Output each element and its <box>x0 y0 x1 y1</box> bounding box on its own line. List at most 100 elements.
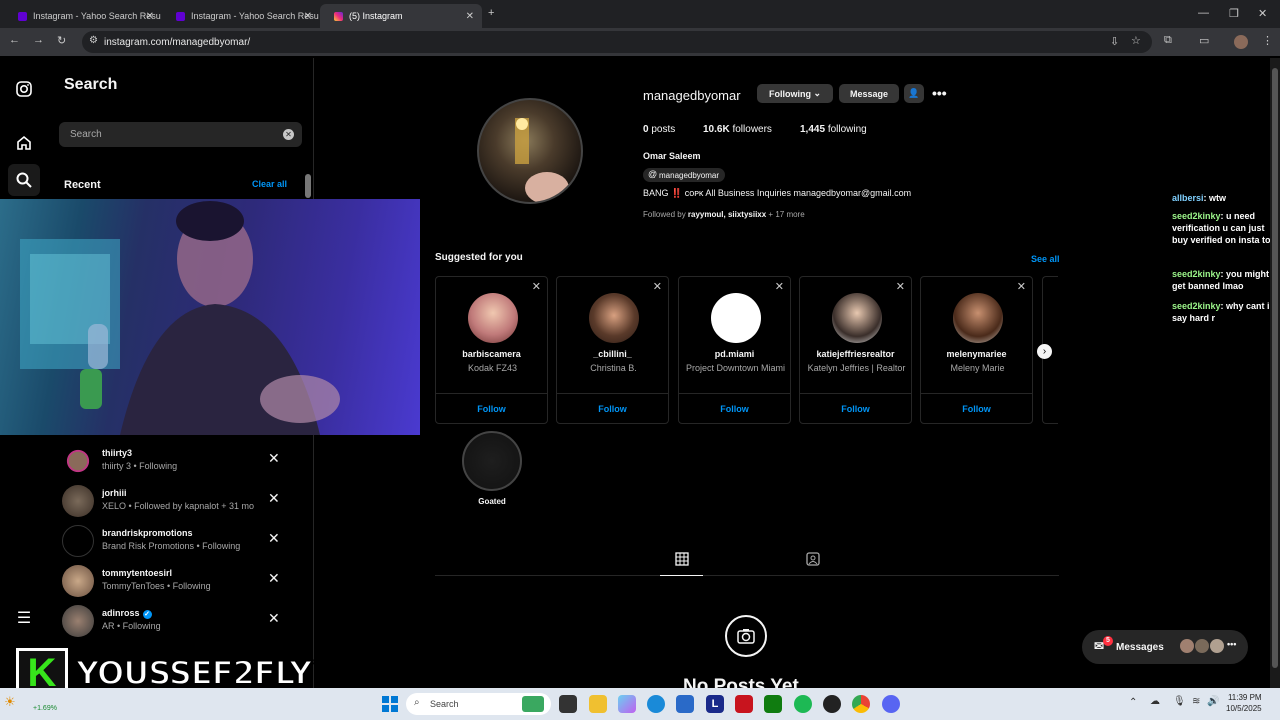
recent-item[interactable]: jorhiii XELO • Followed by kapnalot + 31… <box>62 485 292 521</box>
next-arrow-icon[interactable]: › <box>1037 344 1052 359</box>
weather-icon[interactable]: ☀ <box>4 694 16 710</box>
posts-grid-tab[interactable] <box>660 548 703 576</box>
see-all-link[interactable]: See all <box>1031 254 1060 264</box>
suggested-card[interactable]: ✕ pd.miami Project Downtown Miami Follow <box>678 276 791 424</box>
remove-icon[interactable]: ✕ <box>268 570 280 587</box>
discord-icon[interactable] <box>882 695 900 713</box>
dismiss-icon[interactable]: ✕ <box>775 280 784 293</box>
remove-icon[interactable]: ✕ <box>268 530 280 547</box>
suggested-card[interactable]: ✕ melenymariee Meleny Marie Follow <box>920 276 1033 424</box>
remove-icon[interactable]: ✕ <box>268 450 280 467</box>
remove-icon[interactable]: ✕ <box>268 490 280 507</box>
tray-chevron-icon[interactable]: ⌃ <box>1129 697 1137 708</box>
threads-badge[interactable]: @ managedbyomar <box>643 168 726 182</box>
page-scrollbar[interactable] <box>1270 58 1280 688</box>
suggested-card[interactable]: ✕ barbiscamera Kodak FZ43 Follow <box>435 276 548 424</box>
clear-search-icon[interactable]: ✕ <box>283 129 294 140</box>
avatar <box>62 525 94 557</box>
windows-start-icon[interactable] <box>382 696 398 712</box>
search-nav-item[interactable] <box>8 164 40 196</box>
file-explorer-icon[interactable] <box>589 695 607 713</box>
profile-full-name: Omar Saleem <box>643 151 701 161</box>
suggested-card[interactable]: ✕ _cbillini_ Christina B. Follow <box>556 276 669 424</box>
mcafee-icon[interactable] <box>735 695 753 713</box>
scroll-thumb[interactable] <box>1272 68 1278 668</box>
messages-button[interactable]: ✉ 5 Messages ••• <box>1082 630 1248 664</box>
panel-scrollbar[interactable] <box>305 174 311 198</box>
add-user-icon: 👤 <box>908 88 920 98</box>
tagged-tab[interactable] <box>800 548 825 576</box>
maximize-icon[interactable]: ❐ <box>1229 7 1239 20</box>
threads-icon: @ <box>648 169 658 179</box>
dismiss-icon[interactable]: ✕ <box>1017 280 1026 293</box>
browser-tab-3[interactable]: (5) Instagram ✕ <box>320 4 482 28</box>
new-tab-icon[interactable]: + <box>488 7 494 19</box>
forward-icon[interactable]: → <box>33 34 44 46</box>
following-button[interactable]: Following ⌄ <box>757 84 833 103</box>
suggested-card[interactable]: ✕ katiejeffriesrealtor Katelyn Jeffries … <box>799 276 912 424</box>
followed-by[interactable]: Followed by rayymoul, siixtysiixx + 17 m… <box>643 210 805 219</box>
taskbar-search[interactable]: ⌕ Search <box>406 693 551 715</box>
reload-icon[interactable]: ↻ <box>57 34 66 47</box>
follow-button[interactable]: Follow <box>679 393 790 423</box>
address-bar[interactable]: ⚙ instagram.com/managedbyomar/ ⇩ ☆ <box>82 31 1152 53</box>
xbox-icon[interactable] <box>764 695 782 713</box>
home-icon[interactable] <box>14 134 34 154</box>
followers-count[interactable]: 10.6K followers <box>703 124 772 135</box>
profile-avatar[interactable] <box>1234 35 1248 49</box>
volume-icon[interactable]: 🔊 <box>1207 696 1219 707</box>
clear-all-link[interactable]: Clear all <box>252 179 287 189</box>
profile-avatar[interactable] <box>477 98 583 204</box>
close-tab-icon[interactable]: ✕ <box>466 11 474 22</box>
install-icon[interactable]: ⇩ <box>1110 35 1119 48</box>
hamburger-menu-icon[interactable]: ☰ <box>14 608 34 628</box>
profile-username: managedbyomar <box>643 88 741 103</box>
follow-button[interactable]: Follow <box>436 393 547 423</box>
recent-item[interactable]: thiirty3 thiirty 3 • Following ✕ <box>62 445 292 481</box>
close-tab-icon[interactable]: ✕ <box>304 11 312 22</box>
clock[interactable]: 11:39 PM 10/5/2025 <box>1226 692 1262 714</box>
close-tab-icon[interactable]: ✕ <box>146 11 154 22</box>
recent-item[interactable]: adinross ✓ AR • Following ✕ <box>62 605 292 641</box>
microphone-icon[interactable]: 🎙 <box>1173 696 1186 707</box>
edge-icon[interactable] <box>647 695 665 713</box>
story-highlight[interactable] <box>462 431 522 491</box>
remove-icon[interactable]: ✕ <box>268 610 280 627</box>
chrome-icon[interactable] <box>852 695 870 713</box>
more-options-icon[interactable]: ••• <box>932 85 947 101</box>
extensions-icon[interactable]: ⧉ <box>1164 34 1172 47</box>
store-icon[interactable] <box>676 695 694 713</box>
dismiss-icon[interactable]: ✕ <box>896 280 905 293</box>
wifi-icon[interactable]: ≋ <box>1192 696 1200 707</box>
dismiss-icon[interactable]: ✕ <box>653 280 662 293</box>
close-window-icon[interactable]: ✕ <box>1258 7 1267 20</box>
spotify-icon[interactable] <box>794 695 812 713</box>
browser-tab-2[interactable]: Instagram - Yahoo Search Resu ✕ <box>162 4 320 28</box>
browser-tab-bar: Instagram - Yahoo Search Resu ✕ Instagra… <box>0 0 1280 28</box>
minimize-icon[interactable]: — <box>1198 7 1209 19</box>
chat-message: allbersi: wtw <box>1172 193 1227 203</box>
copilot-icon[interactable] <box>618 695 636 713</box>
site-info-icon[interactable]: ⚙ <box>89 35 98 46</box>
app-l-icon[interactable]: L <box>706 695 724 713</box>
app-icon[interactable] <box>823 695 841 713</box>
follow-button[interactable]: Follow <box>800 393 911 423</box>
menu-kebab-icon[interactable]: ⋮ <box>1262 34 1273 47</box>
recent-item[interactable]: brandriskpromotions Brand Risk Promotion… <box>62 525 292 561</box>
follow-button[interactable]: Follow <box>557 393 668 423</box>
following-count[interactable]: 1,445 following <box>800 124 867 135</box>
message-button[interactable]: Message <box>839 84 899 103</box>
task-view-icon[interactable] <box>559 695 577 713</box>
search-title: Search <box>64 76 118 93</box>
recent-item[interactable]: tommytentoesirl TommyTenToes • Following… <box>62 565 292 601</box>
dismiss-icon[interactable]: ✕ <box>532 280 541 293</box>
follow-button[interactable]: Follow <box>921 393 1032 423</box>
sidebar-icon[interactable]: ▭ <box>1199 34 1209 47</box>
cloud-icon[interactable]: ☁ <box>1150 696 1160 707</box>
search-input[interactable]: Search ✕ <box>59 122 302 147</box>
instagram-logo-icon[interactable] <box>14 80 34 100</box>
browser-tab-1[interactable]: Instagram - Yahoo Search Resu ✕ <box>4 4 162 28</box>
add-user-button[interactable]: 👤 <box>904 84 924 103</box>
back-icon[interactable]: ← <box>9 34 20 46</box>
bookmark-star-icon[interactable]: ☆ <box>1131 34 1141 47</box>
